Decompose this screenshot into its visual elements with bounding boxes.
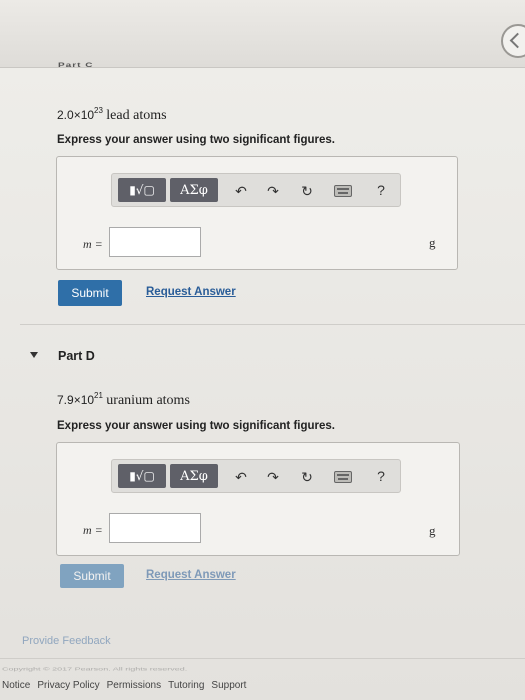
part-c-answer-input[interactable]	[109, 227, 201, 257]
part-c-instruction: Express your answer using two significan…	[57, 134, 335, 146]
part-d-answer-box: ▮√▢ ΑΣφ ↶ ↷ ↻ ? m = g	[56, 442, 460, 556]
help-icon[interactable]: ?	[372, 181, 390, 199]
part-c-question: 2.0×1023 lead atoms	[57, 106, 167, 123]
part-d-template-button[interactable]: ▮√▢	[118, 464, 166, 488]
provide-feedback-link[interactable]: Provide Feedback	[22, 635, 111, 647]
part-c-submit-button[interactable]: Submit	[58, 280, 122, 306]
footer-divider	[0, 658, 525, 659]
reset-icon[interactable]: ↻	[298, 468, 316, 486]
part-d-question: 7.9×1021 uranium atoms	[57, 391, 190, 408]
section-divider	[20, 324, 525, 325]
keyboard-icon[interactable]	[334, 468, 352, 486]
part-d-coefficient: 7.9	[57, 393, 74, 407]
part-d-answer-input[interactable]	[109, 513, 201, 543]
part-c-exponent: 23	[94, 106, 103, 115]
part-d-title: Part D	[58, 349, 95, 363]
template-icon: ▮√▢	[129, 183, 155, 197]
part-c-template-button[interactable]: ▮√▢	[118, 178, 166, 202]
copyright-text: Copyright © 2017 Pearson. All rights res…	[2, 666, 188, 672]
undo-icon[interactable]: ↶	[232, 468, 250, 486]
part-d-request-answer-link[interactable]: Request Answer	[146, 569, 236, 581]
footer-link-permissions[interactable]: Permissions	[107, 680, 161, 691]
undo-icon[interactable]: ↶	[232, 182, 250, 200]
redo-icon[interactable]: ↷	[264, 468, 282, 486]
footer-link-tutoring[interactable]: Tutoring	[168, 680, 204, 691]
keyboard-icon[interactable]	[334, 182, 352, 200]
part-c-request-answer-link[interactable]: Request Answer	[146, 286, 236, 298]
footer-links: Notice Privacy Policy Permissions Tutori…	[2, 680, 246, 691]
back-nav-icon[interactable]	[501, 24, 525, 58]
part-c-coefficient: 2.0	[57, 108, 74, 122]
part-c-unit: g	[429, 235, 436, 250]
part-c-answer-box: ▮√▢ ΑΣφ ↶ ↷ ↻ ? m = g	[56, 156, 458, 270]
part-c-greek-button[interactable]: ΑΣφ	[170, 178, 218, 202]
part-d-substance: uranium atoms	[106, 393, 190, 408]
part-c-math-toolbar: ▮√▢ ΑΣφ ↶ ↷ ↻ ?	[111, 173, 401, 207]
template-icon: ▮√▢	[129, 469, 155, 483]
part-d-instruction: Express your answer using two significan…	[57, 420, 335, 432]
part-d-submit-button[interactable]: Submit	[60, 564, 124, 588]
footer-link-notice[interactable]: Notice	[2, 680, 30, 691]
help-icon[interactable]: ?	[372, 467, 390, 485]
part-c-greek-label: ΑΣφ	[180, 182, 208, 198]
redo-icon[interactable]: ↷	[264, 182, 282, 200]
collapse-triangle-icon[interactable]	[30, 352, 38, 358]
content-area: 2.0×1023 lead atoms Express your answer …	[0, 68, 525, 700]
part-c-variable-label: m =	[83, 237, 103, 251]
part-d-greek-button[interactable]: ΑΣφ	[170, 464, 218, 488]
top-bar: Part C	[0, 0, 525, 69]
footer-link-privacy[interactable]: Privacy Policy	[37, 680, 99, 691]
part-d-unit: g	[429, 523, 436, 538]
part-d-greek-label: ΑΣφ	[180, 468, 208, 484]
part-d-math-toolbar: ▮√▢ ΑΣφ ↶ ↷ ↻ ?	[111, 459, 401, 493]
part-d-exponent: 21	[94, 391, 103, 400]
reset-icon[interactable]: ↻	[298, 182, 316, 200]
part-d-variable-label: m =	[83, 523, 103, 537]
part-c-substance: lead atoms	[106, 108, 167, 123]
footer-link-support[interactable]: Support	[211, 680, 246, 691]
